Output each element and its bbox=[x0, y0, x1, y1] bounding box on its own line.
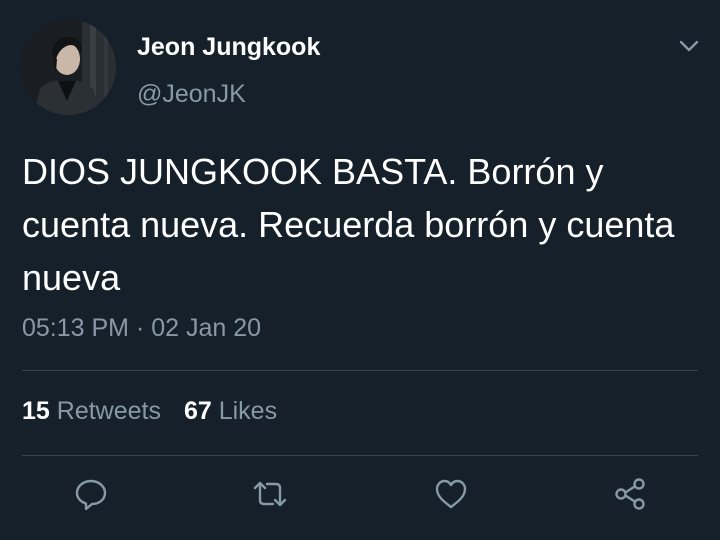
tweet-timestamp[interactable]: 05:13 PM · 02 Jan 20 bbox=[22, 314, 261, 343]
tweet-date: 02 Jan 20 bbox=[151, 314, 262, 342]
reply-icon[interactable] bbox=[73, 476, 109, 512]
tweet-text: DIOS JUNGKOOK BASTA. Borrón y cuenta nue… bbox=[22, 151, 675, 298]
like-icon[interactable] bbox=[433, 476, 469, 512]
chevron-down-icon[interactable] bbox=[678, 36, 700, 56]
timestamp-separator: · bbox=[135, 314, 145, 342]
likes-count: 67 bbox=[183, 397, 212, 425]
tweet-time: 05:13 PM bbox=[22, 314, 130, 342]
retweets-count: 15 bbox=[22, 397, 50, 425]
tweet-stats: 15 Retweets 67 Likes bbox=[22, 397, 277, 426]
retweet-icon[interactable] bbox=[252, 476, 288, 512]
likes-label: Likes bbox=[218, 397, 278, 425]
avatar[interactable] bbox=[20, 19, 116, 115]
share-icon[interactable] bbox=[612, 476, 648, 512]
display-name[interactable]: Jeon Jungkook bbox=[137, 33, 320, 62]
divider bbox=[22, 455, 698, 456]
likes-stat[interactable]: 67 Likes bbox=[184, 397, 277, 426]
retweets-label: Retweets bbox=[56, 397, 161, 425]
divider bbox=[22, 370, 698, 371]
retweets-stat[interactable]: 15 Retweets bbox=[22, 397, 161, 426]
user-handle[interactable]: @JeonJK bbox=[137, 80, 246, 109]
